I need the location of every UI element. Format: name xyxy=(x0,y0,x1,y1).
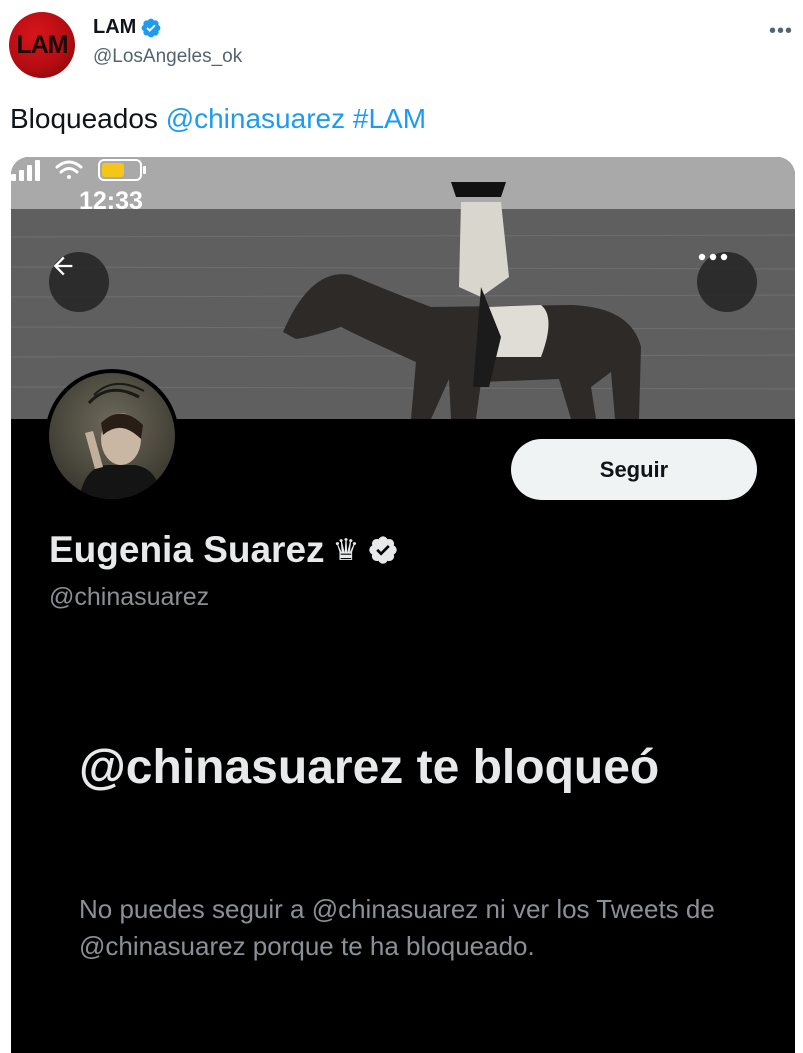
blocked-title: @chinasuarez te bloqueó xyxy=(79,741,660,794)
tweet-text: Bloqueados @chinasuarez #LAM xyxy=(10,103,426,135)
wifi-icon xyxy=(55,160,83,179)
avatar-logo-text: LAM xyxy=(16,30,68,59)
tweet-text-prefix: Bloqueados xyxy=(10,103,166,134)
follow-button[interactable]: Seguir xyxy=(511,439,757,500)
profile-avatar[interactable] xyxy=(45,369,179,503)
arrow-left-icon xyxy=(53,256,73,276)
profile-name-text: Eugenia Suarez xyxy=(49,529,325,570)
profile-handle: @chinasuarez xyxy=(49,583,210,611)
signal-icon xyxy=(11,160,40,181)
back-button[interactable] xyxy=(49,252,109,312)
author-name-text: LAM xyxy=(93,16,137,38)
more-horizontal-icon xyxy=(698,253,728,261)
author-avatar[interactable]: LAM xyxy=(9,12,75,78)
crown-icon: ♛ xyxy=(332,533,360,567)
hashtag-link[interactable]: #LAM xyxy=(353,103,426,134)
profile-avatar-photo xyxy=(49,373,175,499)
tweet: LAM LAM @LosAngeles_ok ••• Bloqueados @c… xyxy=(0,0,803,1053)
status-bar-time: 12:33 xyxy=(79,187,143,215)
author-handle[interactable]: @LosAngeles_ok xyxy=(93,46,242,68)
status-bar-icons xyxy=(11,159,146,181)
author-name[interactable]: LAM xyxy=(93,16,162,39)
profile-options-button[interactable] xyxy=(697,252,757,312)
tweet-media-image[interactable]: 12:33 Seguir Eugenia Suarez ♛ @chinasuar… xyxy=(11,157,795,1053)
battery-icon xyxy=(98,159,146,181)
verified-badge-icon xyxy=(141,18,161,37)
more-options-icon[interactable]: ••• xyxy=(769,20,793,43)
tweet-text-space xyxy=(345,103,353,134)
mention-link[interactable]: @chinasuarez xyxy=(166,103,345,134)
blocked-message: No puedes seguir a @chinasuarez ni ver l… xyxy=(79,894,715,961)
verified-badge-icon xyxy=(369,536,398,564)
profile-name: Eugenia Suarez ♛ xyxy=(49,529,399,571)
